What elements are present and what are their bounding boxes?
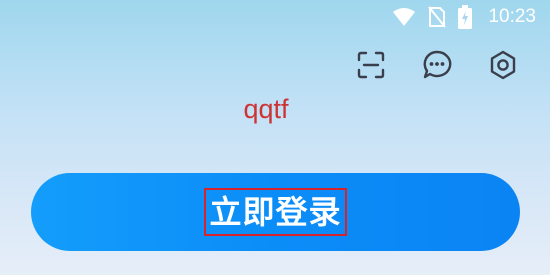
message-button[interactable] bbox=[422, 50, 452, 84]
no-sim-icon bbox=[428, 6, 447, 28]
username-label: qqtf bbox=[243, 94, 289, 124]
battery-charging-icon bbox=[458, 5, 473, 29]
wifi-icon bbox=[392, 7, 416, 27]
scan-icon bbox=[357, 51, 385, 83]
message-icon bbox=[422, 50, 452, 84]
status-time: 10:23 bbox=[488, 6, 536, 27]
settings-button[interactable] bbox=[488, 50, 518, 84]
scan-button[interactable] bbox=[356, 51, 386, 83]
settings-icon bbox=[488, 50, 518, 84]
top-actions bbox=[356, 50, 518, 84]
status-bar: 10:23 bbox=[392, 0, 550, 34]
login-button-label: 立即登录 bbox=[204, 188, 347, 236]
login-button[interactable]: 立即登录 bbox=[31, 173, 520, 251]
